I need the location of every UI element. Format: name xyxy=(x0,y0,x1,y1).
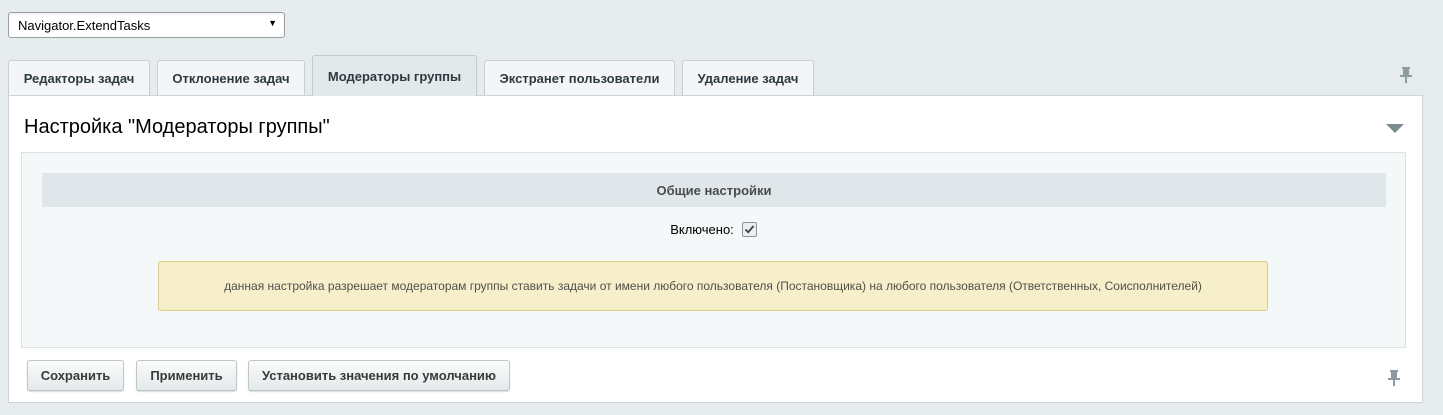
tab-task-rejection[interactable]: Отклонение задач xyxy=(157,60,305,95)
enabled-checkbox[interactable] xyxy=(741,221,757,237)
tab-label: Редакторы задач xyxy=(23,70,135,86)
settings-inner-box: Общие настройки Включено: данная настрой… xyxy=(21,152,1406,348)
module-select-value: Navigator.ExtendTasks xyxy=(18,18,151,33)
panel-title: Настройка "Модераторы группы" xyxy=(24,116,330,138)
dropdown-arrow-icon: ▼ xyxy=(268,18,277,28)
tab-label: Отклонение задач xyxy=(172,70,290,86)
pin-icon[interactable] xyxy=(1399,66,1413,89)
set-defaults-button[interactable]: Установить значения по умолчанию xyxy=(248,360,510,391)
tab-task-deletion[interactable]: Удаление задач xyxy=(682,60,814,95)
tab-group-moderators[interactable]: Модераторы группы xyxy=(312,55,477,96)
enabled-label: Включено: xyxy=(670,221,734,237)
info-note-text: данная настройка разрешает модераторам г… xyxy=(224,279,1202,293)
tab-task-editors[interactable]: Редакторы задач xyxy=(8,60,150,95)
tab-label: Удаление задач xyxy=(697,70,799,86)
chevron-down-icon[interactable] xyxy=(1386,124,1404,133)
settings-tabs: Редакторы задач Отклонение задач Модерат… xyxy=(8,55,1428,96)
module-select[interactable]: Navigator.ExtendTasks ▼ xyxy=(8,12,285,38)
enabled-row: Включено: xyxy=(22,219,1405,239)
tab-label: Модераторы группы xyxy=(327,68,462,84)
info-note: данная настройка разрешает модераторам г… xyxy=(158,261,1268,311)
save-button[interactable]: Сохранить xyxy=(27,360,124,391)
pin-icon[interactable] xyxy=(1387,369,1401,392)
tab-extranet-users[interactable]: Экстранет пользователи xyxy=(484,60,675,95)
apply-button[interactable]: Применить xyxy=(136,360,237,391)
settings-panel: Настройка "Модераторы группы" Общие наст… xyxy=(8,95,1423,403)
section-title: Общие настройки xyxy=(42,173,1386,207)
checkmark-icon xyxy=(744,224,754,234)
tab-label: Экстранет пользователи xyxy=(499,70,660,86)
